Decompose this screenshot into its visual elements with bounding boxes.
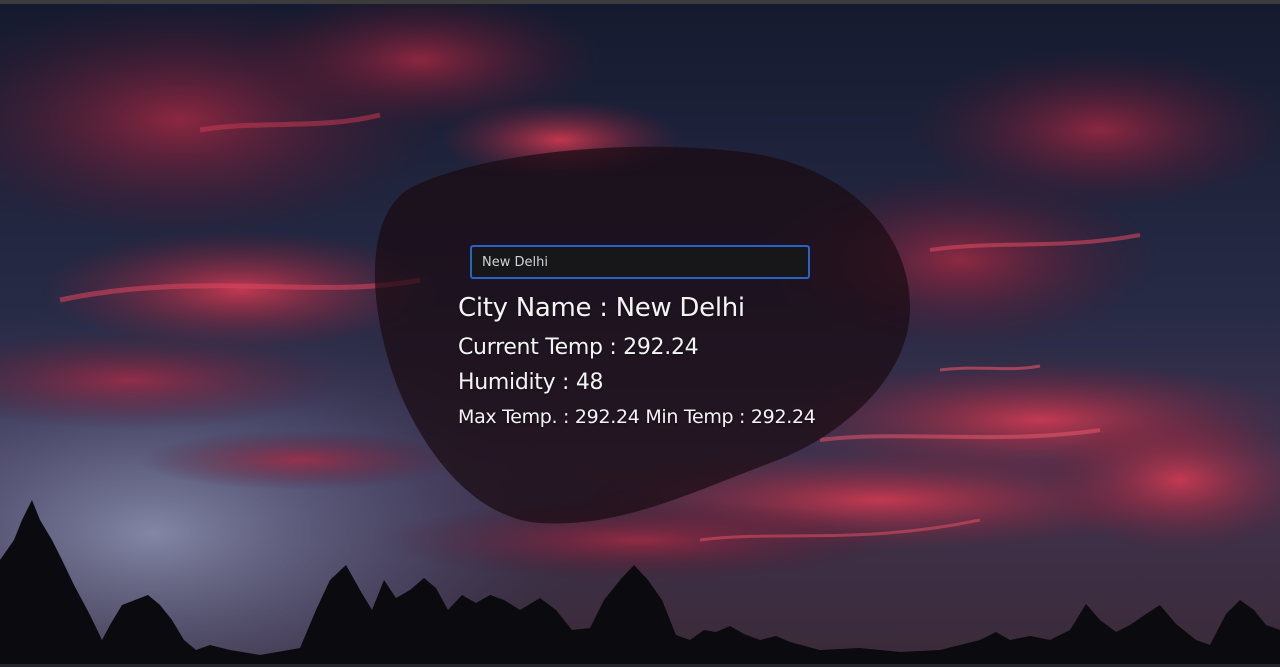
max-temp-value: 292.24: [574, 406, 640, 428]
weather-app: City Name : New Delhi Current Temp : 292…: [0, 0, 1280, 667]
weather-card-blob: [374, 146, 910, 524]
current-temp-value: 292.24: [623, 335, 699, 360]
humidity-value: 48: [575, 370, 604, 395]
humidity-text: Humidity : 48: [458, 370, 604, 395]
min-temp-value: 292.24: [750, 406, 816, 428]
city-search-input[interactable]: [470, 245, 810, 279]
city-name-text: City Name : New Delhi: [458, 293, 745, 323]
window-top-edge: [0, 0, 1280, 4]
min-temp-label: Min Temp :: [639, 406, 751, 428]
current-temp-label: Current Temp :: [458, 335, 624, 360]
city-name-label: City Name :: [458, 293, 616, 323]
city-name-value: New Delhi: [615, 293, 746, 323]
humidity-label: Humidity :: [458, 370, 576, 395]
min-max-temp-text: Max Temp. : 292.24 Min Temp : 292.24: [458, 406, 816, 428]
current-temp-text: Current Temp : 292.24: [458, 335, 699, 360]
max-temp-label: Max Temp. :: [458, 406, 575, 428]
